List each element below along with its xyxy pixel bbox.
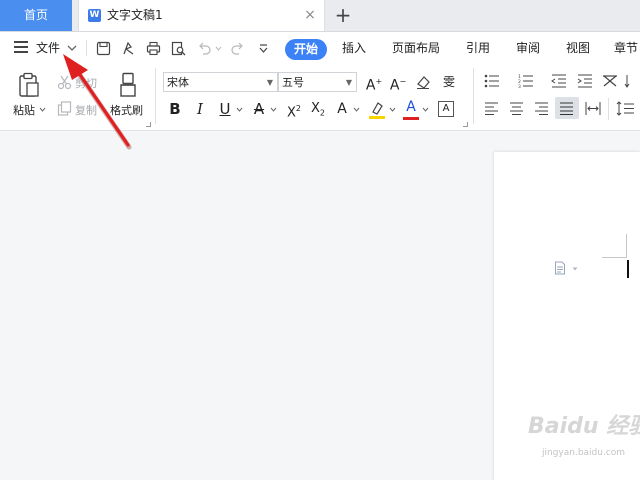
tab-insert[interactable]: 插入 <box>342 32 366 64</box>
redo-icon[interactable] <box>230 41 245 56</box>
increase-indent-icon[interactable] <box>577 74 593 88</box>
print-icon[interactable] <box>146 41 161 56</box>
font-dialog-launcher[interactable] <box>463 122 468 127</box>
cut-label[interactable]: 剪切 <box>75 75 97 91</box>
tab-start[interactable]: 开始 <box>285 39 327 60</box>
decrease-font-size-icon[interactable]: A− <box>389 73 407 94</box>
align-right-icon[interactable] <box>534 102 549 115</box>
format-painter-label[interactable]: 格式刷 <box>110 102 143 118</box>
align-justify-icon <box>560 102 573 115</box>
copy-icon[interactable] <box>57 101 72 116</box>
tab-view[interactable]: 视图 <box>566 32 590 64</box>
chevron-down-icon[interactable] <box>389 107 396 112</box>
superscript-icon[interactable]: X2 <box>284 100 304 120</box>
svg-text:3: 3 <box>518 84 521 88</box>
file-menu[interactable]: 文件 <box>36 32 60 64</box>
text-effect-icon[interactable]: A <box>334 100 350 118</box>
font-color-swatch <box>403 117 419 120</box>
writer-doc-icon: W <box>88 9 101 22</box>
tab-page-layout[interactable]: 页面布局 <box>392 32 440 64</box>
divider <box>473 68 474 124</box>
undo-icon[interactable] <box>197 41 212 56</box>
watermark-url: jingyan.baidu.com <box>542 448 626 458</box>
numbered-list-icon[interactable]: 123 <box>518 74 534 88</box>
underline-icon[interactable]: U <box>216 100 234 118</box>
text-cursor <box>627 260 629 278</box>
align-left-icon[interactable] <box>484 102 499 115</box>
divider <box>608 98 609 120</box>
paste-label[interactable]: 粘贴 <box>13 102 35 118</box>
sort-icon[interactable] <box>624 74 640 88</box>
cut-icon[interactable] <box>57 75 72 90</box>
bold-icon[interactable]: B <box>167 100 183 118</box>
divider <box>155 68 156 124</box>
font-family-select[interactable]: 宋体 ▼ <box>163 72 278 92</box>
distributed-align-icon[interactable] <box>585 101 601 116</box>
chevron-down-icon[interactable] <box>572 267 578 271</box>
bullet-list-icon[interactable] <box>484 74 500 88</box>
chevron-down-icon[interactable] <box>66 43 78 53</box>
chevron-down-icon[interactable] <box>215 46 222 51</box>
document-tab-title: 文字文稿1 <box>107 8 163 22</box>
line-spacing-icon[interactable] <box>616 101 634 116</box>
watermark-brand: Baidu 经验 <box>528 414 640 439</box>
page-margin-marker <box>626 234 627 258</box>
export-pdf-icon[interactable] <box>121 41 136 56</box>
page-margin-marker <box>602 257 626 258</box>
ribbon-tab-spacer <box>0 32 1 33</box>
chevron-down-icon[interactable] <box>353 107 360 112</box>
chevron-down-icon[interactable] <box>236 107 243 112</box>
tab-section[interactable]: 章节 <box>614 32 638 64</box>
tab-bar: 首页 W 文字文稿1 × + <box>0 0 640 32</box>
chevron-down-icon[interactable] <box>422 107 429 112</box>
copy-label[interactable]: 复制 <box>75 102 97 118</box>
increase-font-size-icon[interactable]: A+ <box>365 73 383 94</box>
highlight-icon[interactable] <box>368 100 386 120</box>
document-tab[interactable]: W 文字文稿1 × <box>78 0 325 31</box>
italic-icon[interactable]: I <box>192 100 208 118</box>
font-color-icon[interactable]: A <box>403 98 419 116</box>
divider <box>86 40 87 56</box>
hamburger-menu-icon[interactable] <box>14 41 28 53</box>
character-border-icon[interactable]: A <box>438 101 454 117</box>
home-tab[interactable]: 首页 <box>0 0 72 31</box>
chinese-layout-icon[interactable] <box>602 73 620 89</box>
chevron-down-icon: ▼ <box>266 78 273 87</box>
font-size-select[interactable]: 五号 ▼ <box>278 72 357 92</box>
subscript-icon[interactable]: X2 <box>308 100 328 118</box>
tab-references[interactable]: 引用 <box>466 32 490 64</box>
customize-toolbar-icon[interactable] <box>256 41 271 56</box>
font-family-value: 宋体 <box>167 76 189 89</box>
tab-review[interactable]: 审阅 <box>516 32 540 64</box>
phonetic-guide-icon[interactable]: 雯 <box>438 73 460 91</box>
clipboard-dialog-launcher[interactable] <box>146 122 151 127</box>
align-center-icon[interactable] <box>509 102 524 115</box>
print-preview-icon[interactable] <box>171 41 186 56</box>
decrease-indent-icon[interactable] <box>551 74 567 88</box>
format-painter-icon[interactable] <box>118 72 138 98</box>
paste-icon[interactable] <box>18 72 40 98</box>
save-icon[interactable] <box>96 41 111 56</box>
ribbon-toolbar: 粘贴 剪切 复制 格式刷 宋体 ▼ 五号 ▼ A+ A− 雯 B I U A X2 … <box>0 64 640 131</box>
strikethrough-icon[interactable]: A <box>250 100 268 118</box>
justify-button[interactable] <box>555 97 579 119</box>
new-tab-button[interactable]: + <box>334 5 352 25</box>
paragraph-layout-icon[interactable] <box>554 261 566 275</box>
clear-formatting-icon[interactable] <box>415 74 431 90</box>
watermark: Baidu 经验 jingyan.baidu.com <box>528 408 640 470</box>
font-size-value: 五号 <box>282 76 304 89</box>
close-tab-icon[interactable]: × <box>303 8 317 22</box>
chevron-down-icon: ▼ <box>345 78 352 87</box>
chevron-down-icon[interactable] <box>39 107 46 112</box>
chevron-down-icon[interactable] <box>270 107 277 112</box>
